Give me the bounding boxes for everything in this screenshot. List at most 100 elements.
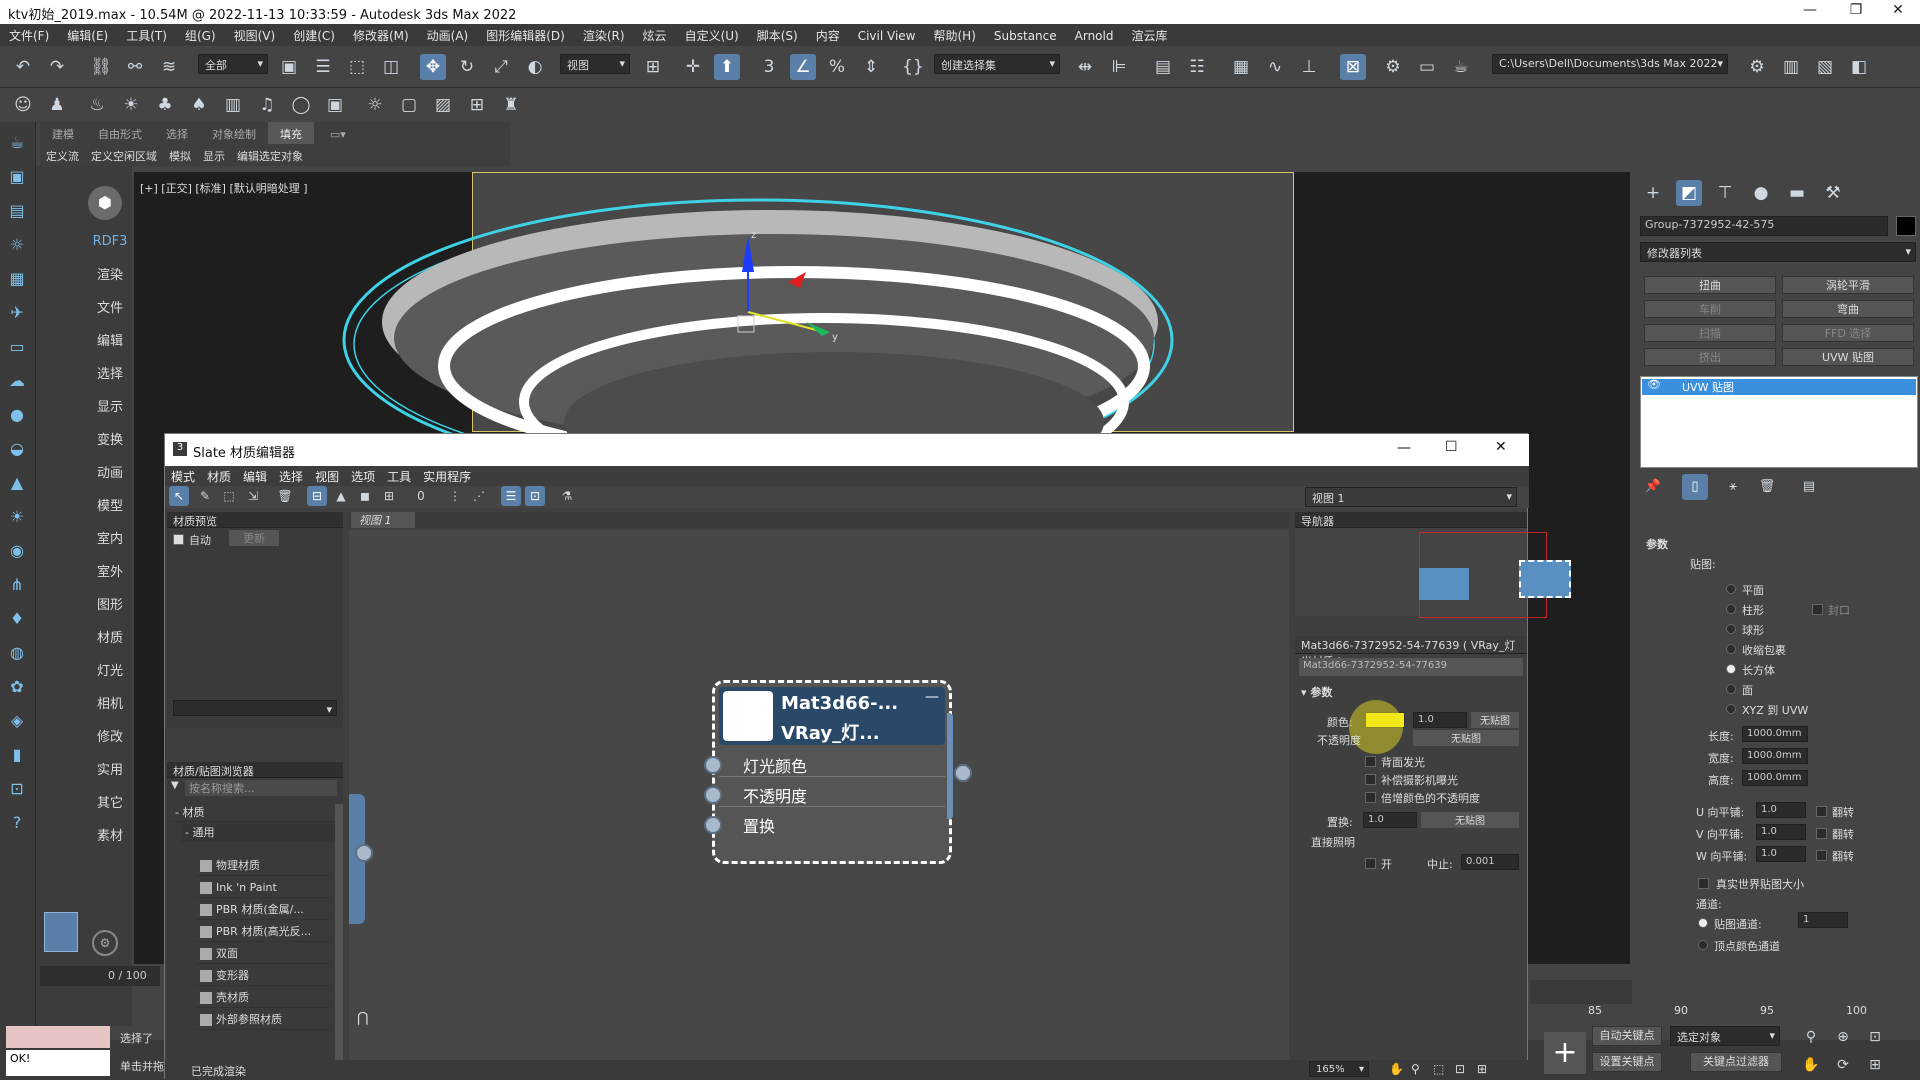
slate-menu-select[interactable]: 选择 [273,466,309,487]
modifier-sweep-button[interactable]: 扫描 [1644,324,1776,342]
browser-search-input[interactable]: 按名称搜索... [185,780,337,796]
slate-menu-modes[interactable]: 模式 [165,466,201,487]
monitor-icon[interactable]: ▣ [322,92,348,118]
show-end-result-icon[interactable]: ▯ [1682,474,1708,500]
v-flip-checkbox[interactable] [1816,828,1827,839]
assign-to-selection-icon[interactable]: ⇲ [243,486,263,506]
bind-space-warp-icon[interactable]: ≋ [156,54,182,80]
cmd-edit[interactable]: 编辑 [92,330,128,349]
bulb-icon[interactable]: ☼ [4,232,30,258]
modifier-twist-button[interactable]: 扭曲 [1644,276,1776,294]
selection-filter-dropdown[interactable]: 全部 [198,54,268,74]
cmd-file[interactable]: 文件 [92,297,128,316]
snaps-toggle-icon[interactable]: 3 [756,54,782,80]
slate-pan-icon[interactable]: ✋ [1389,1062,1404,1076]
ribbon-tab-selection[interactable]: 选择 [154,122,200,146]
render-setup-icon[interactable]: ⚙ [1380,54,1406,80]
mirror-icon[interactable]: ⇹ [1072,54,1098,80]
light-icon[interactable]: ♨ [84,92,110,118]
auto-key-button[interactable]: 自动关键点 [1592,1026,1662,1046]
preview-options-dropdown[interactable] [173,700,337,716]
key-filters-button[interactable]: 关键点过滤器 [1690,1052,1782,1072]
slot-opacity[interactable]: 不透明度 [719,779,945,807]
w-tile-spinner[interactable]: 1.0 [1756,846,1806,862]
mapping-cylindrical-radio[interactable] [1726,604,1736,614]
globe-icon[interactable]: ◍ [4,640,30,666]
menu-content[interactable]: 内容 [807,24,849,47]
rendered-frame-window-icon[interactable]: ▭ [1414,54,1440,80]
motion-tab-icon[interactable]: ● [1748,180,1774,206]
v-tile-spinner[interactable]: 1.0 [1756,824,1806,840]
material-editor-icon[interactable]: ⊠ [1340,54,1366,80]
bird-icon[interactable]: ♦ [4,606,30,632]
edit-named-selection-icon[interactable]: {} [900,54,926,80]
mapping-planar-radio[interactable] [1726,584,1736,594]
teapot-icon[interactable]: ♜ [498,92,524,118]
camera-rig-icon[interactable]: ✈ [4,300,30,326]
select-manipulate-icon[interactable]: ✛ [680,54,706,80]
cmd-display[interactable]: 显示 [92,396,128,415]
menu-file[interactable]: 文件(F) [0,24,58,47]
ribbon-options-icon[interactable]: ▭▾ [318,124,358,145]
rect-selection-icon[interactable]: ⬚ [344,54,370,80]
menu-animation[interactable]: 动画(A) [418,24,478,47]
cloud-icon[interactable]: ☁ [4,368,30,394]
pan-view-icon[interactable]: ✋ [1798,1052,1824,1078]
maxscript-listener-pink[interactable] [6,1026,110,1048]
cmd-transform[interactable]: 变换 [92,429,128,448]
mapping-face-radio[interactable] [1726,684,1736,694]
cutoff-spinner[interactable]: 0.001 [1461,854,1519,870]
modifier-uvw-map-button[interactable]: UVW 贴图 [1782,348,1914,366]
pin-stack-icon[interactable]: 📌 [1640,474,1666,500]
cap-checkbox[interactable] [1812,604,1823,615]
map-channel-radio[interactable] [1698,918,1708,928]
zoom-all-icon[interactable]: ⊕ [1830,1024,1856,1050]
book-icon[interactable]: ▥ [220,92,246,118]
select-object-icon[interactable]: ▣ [276,54,302,80]
slate-menu-material[interactable]: 材质 [201,466,237,487]
browser-item-xref-material[interactable]: 外部参照材质 [196,1010,330,1030]
select-scale-icon[interactable]: ⤢ [488,54,514,80]
map-channel-spinner[interactable]: 1 [1798,912,1848,928]
people-icon[interactable]: ☺ [10,92,36,118]
direct-illumination-on-checkbox[interactable] [1365,858,1376,869]
sun-icon[interactable]: ☀ [4,504,30,530]
reference-coord-dropdown[interactable]: 视图 [560,54,630,74]
input-port-light-color[interactable] [704,756,722,774]
layout-children-icon[interactable]: ⋰ [469,486,489,506]
define-idle-areas-button[interactable]: 定义空闲区域 [85,144,163,168]
color-map-button[interactable]: 无贴图 [1471,712,1519,728]
multiply-opacity-checkbox[interactable] [1365,792,1376,803]
visibility-eye-icon[interactable]: 👁 [1647,378,1661,391]
active-view-dropdown[interactable]: 视图 1 [1305,487,1517,507]
menu-scripting[interactable]: 脚本(S) [748,24,807,47]
menu-create[interactable]: 创建(C) [284,24,344,47]
menu-graph-editors[interactable]: 图形编辑器(D) [477,24,574,47]
window-crossing-icon[interactable]: ◫ [378,54,404,80]
slate-minimize-icon[interactable]: — [1397,440,1411,456]
length-spinner[interactable]: 1000.0mm [1742,726,1808,742]
pick-material-icon[interactable]: ✎ [195,486,215,506]
menu-tools[interactable]: 工具(T) [117,24,176,47]
stack-item-uvw-map[interactable]: UVW 贴图 [1642,379,1916,395]
zoom-icon[interactable]: ⚲ [1798,1024,1824,1050]
help-icon[interactable]: ? [4,810,30,836]
cmd-light[interactable]: 灯光 [92,660,128,679]
ribbon-tab-freeform[interactable]: 自由形式 [86,122,154,146]
cmd-shapes[interactable]: 图形 [92,594,128,613]
cmd-select[interactable]: 选择 [92,363,128,382]
param-rollout-title[interactable]: ▾ 参数 [1301,684,1523,699]
toolbox-icon[interactable]: ⊡ [4,776,30,802]
grid-icon[interactable]: ⊞ [464,92,490,118]
slate-close-icon[interactable]: ✕ [1495,439,1507,455]
terminal-icon[interactable]: ▮ [4,742,30,768]
material-node[interactable]: Mat3d66-... VRay_灯... — 灯光颜色 不透明度 置换 [712,680,953,864]
cmd-exterior[interactable]: 室外 [92,561,128,580]
menu-render-library[interactable]: 渲云库 [1122,24,1176,47]
browser-item-ink-paint[interactable]: Ink 'n Paint [196,878,330,898]
layout-all-icon[interactable]: ⋮ [445,486,465,506]
plant-icon[interactable]: ♣ [152,92,178,118]
update-button[interactable]: 更新 [229,530,279,546]
cmd-camera[interactable]: 相机 [92,693,128,712]
vertex-color-channel-radio[interactable] [1698,940,1708,950]
